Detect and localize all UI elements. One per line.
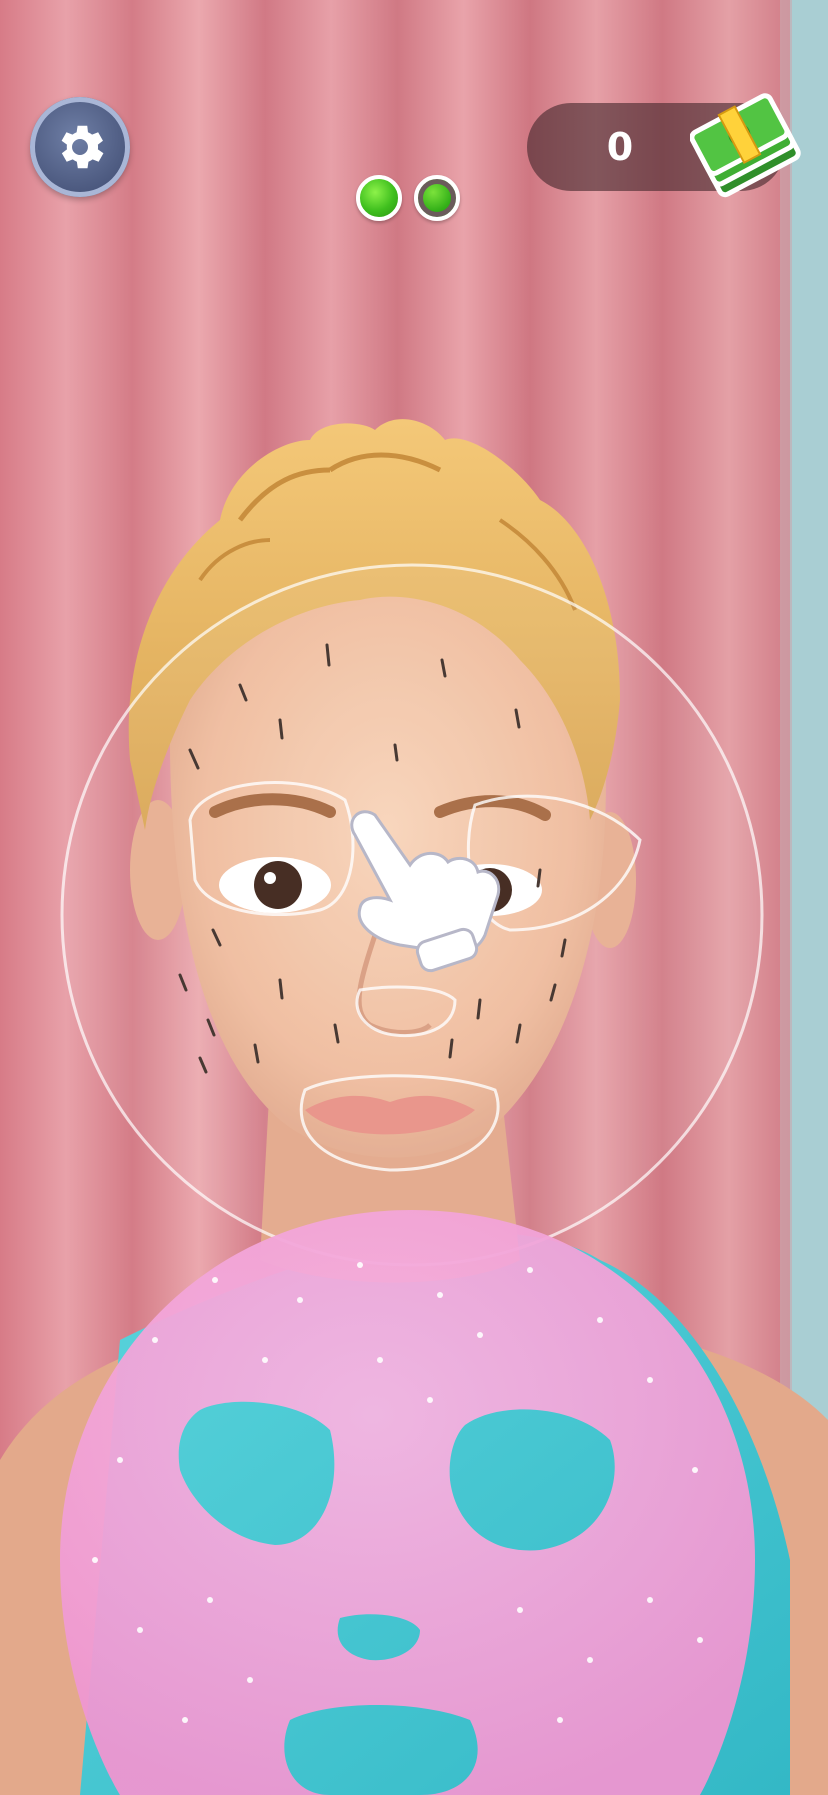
game-scene[interactable] [0, 0, 828, 1795]
game-screen[interactable]: 0 [0, 0, 828, 1795]
money-count: 0 [606, 125, 634, 169]
settings-button[interactable] [30, 97, 130, 197]
cash-stack-icon [690, 93, 801, 198]
gear-icon [61, 125, 104, 169]
stage-progress [356, 175, 460, 221]
stage-dot-current [414, 175, 460, 221]
stage-dot-completed [356, 175, 402, 221]
